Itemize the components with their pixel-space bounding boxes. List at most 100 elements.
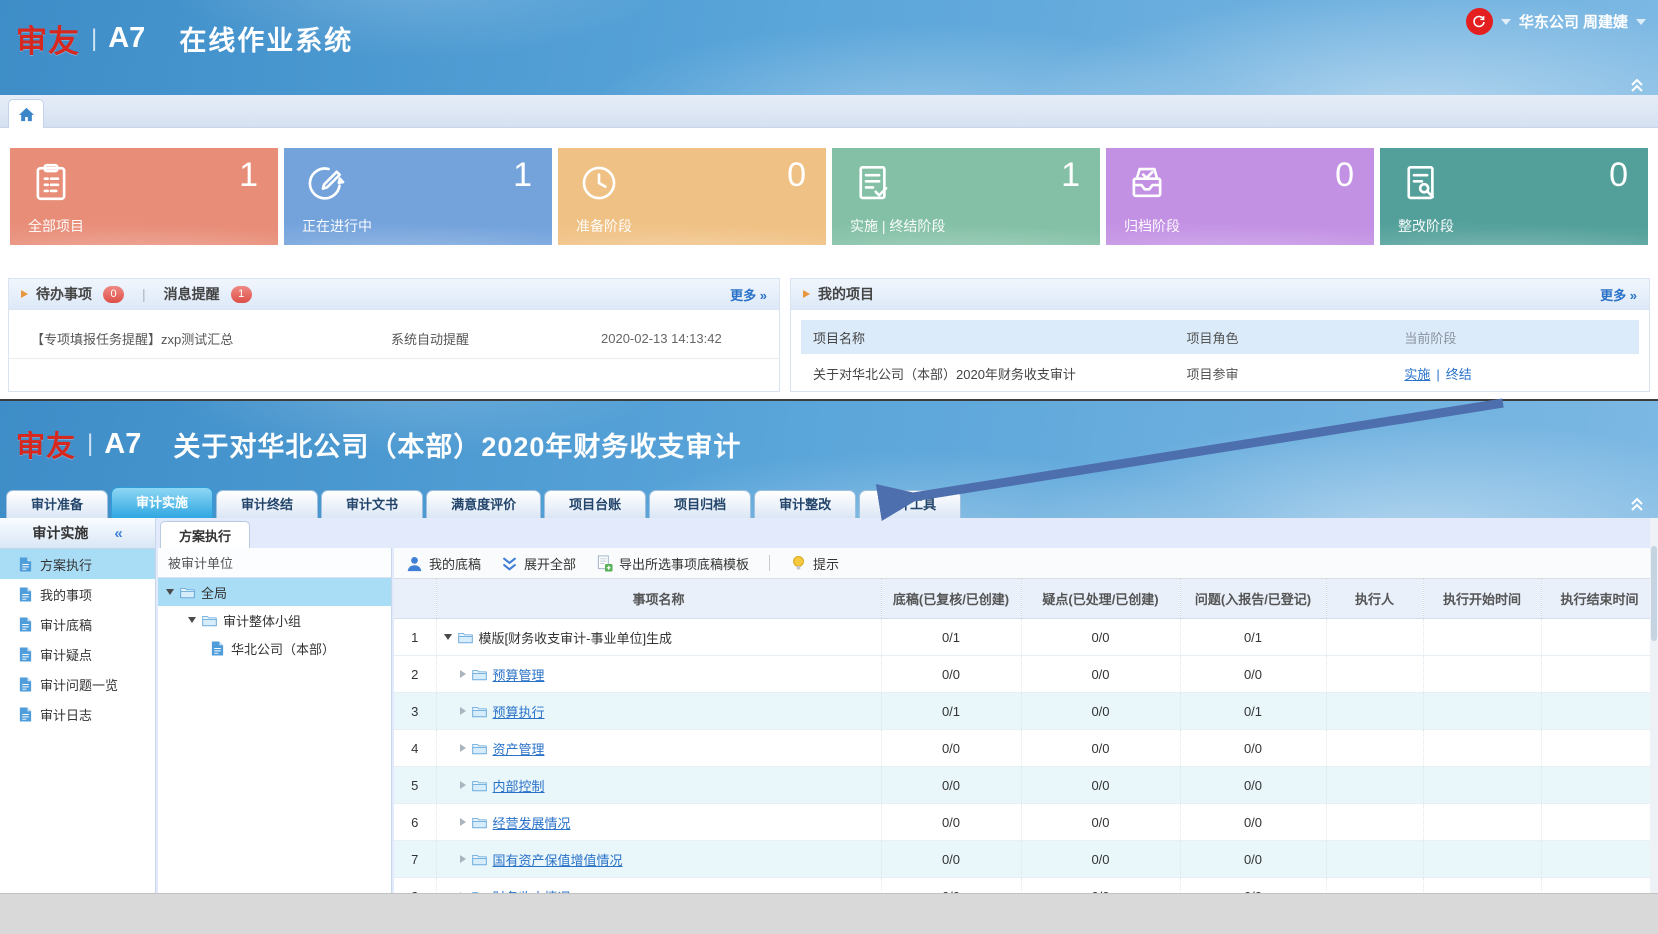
tab-plan-execution[interactable]: 方案执行 <box>160 521 250 549</box>
vertical-scrollbar[interactable] <box>1650 518 1658 893</box>
column-header[interactable]: 疑点(已处理/已创建) <box>1021 579 1180 619</box>
todo-more-link[interactable]: 更多 » <box>730 285 767 304</box>
column-header[interactable]: 执行结束时间 <box>1541 579 1658 619</box>
column-header[interactable]: 执行开始时间 <box>1423 579 1541 619</box>
expanded-caret-icon[interactable] <box>444 634 452 640</box>
collapsed-caret-icon[interactable] <box>460 707 466 715</box>
matter-row[interactable]: 1模版[财务收支审计-事业单位]生成0/10/00/1 <box>394 619 1658 656</box>
stage-implement-link[interactable]: 实施 <box>1404 367 1430 382</box>
document-icon <box>18 677 33 692</box>
toolbar-button[interactable]: 导出所选事项底稿模板 <box>596 554 749 573</box>
user-name[interactable]: 华东公司 周建婕 <box>1519 11 1628 32</box>
stat-card[interactable]: 0准备阶段 <box>558 148 826 245</box>
project-tab[interactable]: 审计整改 <box>754 490 856 518</box>
tree-node[interactable]: 华北公司（本部） <box>158 634 391 662</box>
refresh-button[interactable] <box>1466 8 1493 35</box>
sidebar-item[interactable]: 审计问题一览 <box>0 669 155 699</box>
tab-home[interactable] <box>8 99 44 128</box>
folder-icon <box>472 741 487 756</box>
cell-executor <box>1326 656 1423 693</box>
project-tab[interactable]: 审计文书 <box>321 490 423 518</box>
project-tab[interactable]: 审计工具 <box>859 490 961 518</box>
column-header[interactable]: 底稿(已复核/已创建) <box>881 579 1021 619</box>
collapse-header-icon[interactable] <box>1628 77 1646 93</box>
tree-node[interactable]: 审计整体小组 <box>158 606 391 634</box>
matter-name[interactable]: 内部控制 <box>493 776 545 795</box>
footer-strip <box>0 893 1658 934</box>
matter-row[interactable]: 7国有资产保值增值情况0/00/00/0 <box>394 841 1658 878</box>
column-project-name: 项目名称 <box>801 328 1186 347</box>
tab-message-reminders[interactable]: 消息提醒 <box>164 284 220 304</box>
message-row[interactable]: 【专项填报任务提醒】zxp测试汇总 系统自动提醒 2020-02-13 14:1… <box>9 318 779 359</box>
matter-row[interactable]: 6经营发展情况0/00/00/0 <box>394 804 1658 841</box>
caret-down-icon[interactable] <box>1501 19 1511 25</box>
stat-label: 正在进行中 <box>302 216 372 236</box>
sidebar-item[interactable]: 审计底稿 <box>0 609 155 639</box>
todo-count-badge: 0 <box>103 286 124 303</box>
matter-row[interactable]: 3预算执行0/10/00/1 <box>394 693 1658 730</box>
project-tab[interactable]: 审计实施 <box>111 487 213 518</box>
tree-node-label: 华北公司（本部） <box>231 639 335 658</box>
column-header[interactable]: 事项名称 <box>436 579 881 619</box>
collapsed-caret-icon[interactable] <box>460 670 466 678</box>
export-template-icon <box>596 555 613 572</box>
tab-todo-items[interactable]: 待办事项 <box>36 284 92 304</box>
collapsed-caret-icon[interactable] <box>460 744 466 752</box>
project-name[interactable]: 关于对华北公司（本部）2020年财务收支审计 <box>801 364 1186 383</box>
project-tab[interactable]: 项目归档 <box>649 490 751 518</box>
caret-down-icon[interactable] <box>1636 19 1646 25</box>
project-tab[interactable]: 审计准备 <box>6 490 108 518</box>
collapsed-caret-icon[interactable] <box>460 855 466 863</box>
matter-name[interactable]: 经营发展情况 <box>493 813 571 832</box>
stat-card[interactable]: 1实施 | 终结阶段 <box>832 148 1100 245</box>
sidebar-item[interactable]: 审计疑点 <box>0 639 155 669</box>
brand: 审友 | A7 在线作业系统 <box>16 16 353 61</box>
message-title[interactable]: 【专项填报任务提醒】zxp测试汇总 <box>9 329 391 348</box>
expanded-caret-icon[interactable] <box>188 617 196 623</box>
brand-product: A7 <box>108 22 145 55</box>
sidebar-item[interactable]: 我的事项 <box>0 579 155 609</box>
collapsed-caret-icon[interactable] <box>460 781 466 789</box>
column-header[interactable]: 问题(入报告/已登记) <box>1180 579 1326 619</box>
matter-name[interactable]: 预算管理 <box>493 665 545 684</box>
stat-card[interactable]: 1全部项目 <box>10 148 278 245</box>
scrollbar-thumb[interactable] <box>1651 546 1657 641</box>
matter-row[interactable]: 4资产管理0/00/00/0 <box>394 730 1658 767</box>
stat-card[interactable]: 1正在进行中 <box>284 148 552 245</box>
row-number: 6 <box>394 804 436 841</box>
matter-row[interactable]: 2预算管理0/00/00/0 <box>394 656 1658 693</box>
toolbar-button[interactable]: 提示 <box>790 554 839 573</box>
tree-node[interactable]: 全局 <box>158 578 391 606</box>
toolbar-button[interactable]: 我的底稿 <box>406 554 481 573</box>
expanded-caret-icon[interactable] <box>166 589 174 595</box>
document-icon <box>18 587 33 602</box>
stat-card[interactable]: 0归档阶段 <box>1106 148 1374 245</box>
folder-icon <box>472 667 487 682</box>
collapse-tabs-icon[interactable] <box>1628 496 1646 512</box>
stat-card[interactable]: 0整改阶段 <box>1380 148 1648 245</box>
brand: 审友 | A7 关于对华北公司（本部）2020年财务收支审计 <box>16 423 741 465</box>
collapsed-caret-icon[interactable] <box>460 818 466 826</box>
matter-name[interactable]: 预算执行 <box>493 702 545 721</box>
sidebar-item[interactable]: 方案执行 <box>0 549 155 579</box>
project-tab[interactable]: 项目台账 <box>544 490 646 518</box>
column-header[interactable]: 执行人 <box>1326 579 1423 619</box>
main-header: 审友 | A7 在线作业系统 华东公司 周建婕 <box>0 0 1658 95</box>
project-tab[interactable]: 满意度评价 <box>426 490 541 518</box>
sidebar-header: 审计实施 « <box>0 518 155 549</box>
document-icon <box>18 557 33 572</box>
cell-issues: 0/0 <box>1180 730 1326 767</box>
stage-conclude-link[interactable]: 终结 <box>1446 367 1472 382</box>
cell-end-time <box>1541 841 1658 878</box>
matter-name[interactable]: 模版[财务收支审计-事业单位]生成 <box>479 628 673 647</box>
sidebar-item[interactable]: 审计日志 <box>0 699 155 729</box>
matter-name[interactable]: 资产管理 <box>493 739 545 758</box>
project-tab[interactable]: 审计终结 <box>216 490 318 518</box>
toolbar-button[interactable]: 展开全部 <box>501 554 576 573</box>
tree-node-label: 全局 <box>201 583 227 602</box>
matter-name[interactable]: 国有资产保值增值情况 <box>493 850 623 869</box>
sidebar-collapse-icon[interactable]: « <box>114 525 122 542</box>
matter-row[interactable]: 5内部控制0/00/00/0 <box>394 767 1658 804</box>
project-row[interactable]: 关于对华北公司（本部）2020年财务收支审计 项目参审 实施|终结 <box>801 354 1639 392</box>
projects-more-link[interactable]: 更多 » <box>1600 285 1637 304</box>
